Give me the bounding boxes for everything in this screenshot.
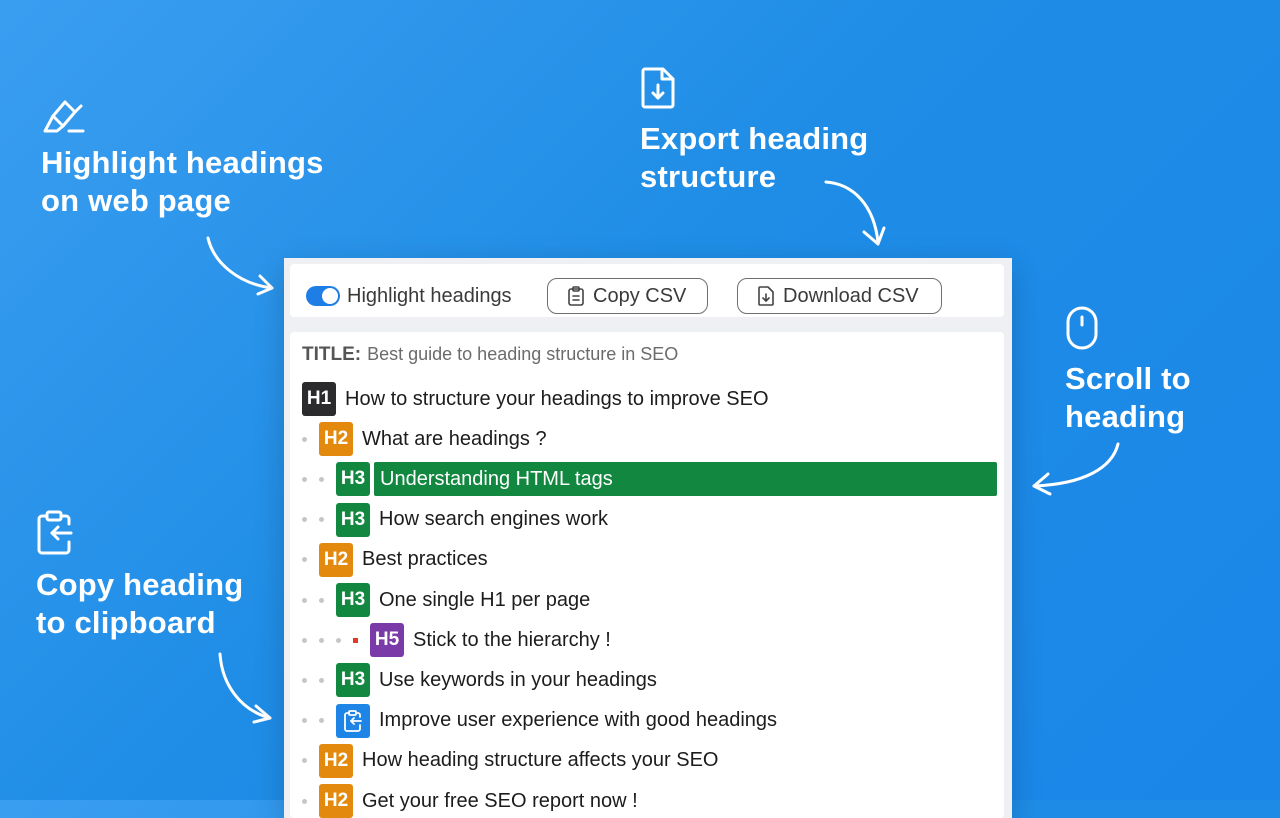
heading-row[interactable]: H3 One single H1 per page <box>290 583 1004 617</box>
heading-row[interactable]: H3 How search engines work <box>290 502 1004 537</box>
page-title-value: Best guide to heading structure in SEO <box>367 344 679 364</box>
clipboard-copy-small-icon <box>344 709 362 732</box>
indent-dot <box>319 718 324 724</box>
extension-panel: Highlight headings Copy CSV Download CSV… <box>284 258 1012 818</box>
feature-copy-title: Copy heading to clipboard <box>36 567 244 640</box>
heading-row[interactable]: H3 Understanding HTML tags <box>290 462 1004 497</box>
heading-row[interactable]: H2 How heading structure affects your SEO <box>290 743 1004 778</box>
heading-text[interactable]: Use keywords in your headings <box>379 669 657 692</box>
highlight-toggle-label: Highlight headings <box>347 285 512 307</box>
heading-level-badge[interactable]: H2 <box>319 743 353 778</box>
feature-scroll-title: Scroll to heading <box>1065 361 1191 434</box>
arrow-to-export-icon <box>824 180 886 246</box>
indent-dots <box>302 476 336 482</box>
heading-level-badge[interactable]: H2 <box>319 542 353 577</box>
indent-dots <box>302 597 336 603</box>
indent-dot <box>302 436 307 442</box>
copy-csv-button[interactable]: Copy CSV <box>547 278 708 314</box>
indent-dot <box>336 637 341 643</box>
arrow-to-scroll-icon <box>1032 442 1120 496</box>
toggle-knob <box>322 288 338 304</box>
download-csv-label: Download CSV <box>783 284 919 307</box>
feature-scroll: Scroll to heading <box>1065 306 1191 436</box>
heading-text[interactable]: Best practices <box>362 548 488 571</box>
indent-dot <box>302 677 307 683</box>
heading-level-badge[interactable]: H2 <box>319 784 353 818</box>
indent-dot <box>302 557 307 563</box>
indent-dot <box>302 517 307 523</box>
highlighter-icon <box>43 100 85 133</box>
heading-row[interactable]: H1 How to structure your headings to impr… <box>290 382 1004 416</box>
mouse-icon <box>1066 306 1098 350</box>
indent-dot <box>302 758 307 764</box>
highlight-toggle[interactable] <box>306 286 340 306</box>
heading-row[interactable]: H2 What are headings ? <box>290 422 1004 457</box>
copy-heading-button[interactable] <box>336 703 370 738</box>
heading-level-badge[interactable]: H3 <box>336 462 370 497</box>
page-title: TITLE: Best guide to heading structure in… <box>302 344 678 366</box>
indent-dots <box>302 637 370 643</box>
indent-dot <box>319 677 324 683</box>
indent-dot <box>302 597 307 603</box>
heading-row[interactable]: H2 Get your free SEO report now ! <box>290 784 1004 818</box>
heading-text[interactable]: One single H1 per page <box>379 589 590 612</box>
file-download-small-icon <box>758 286 774 306</box>
arrow-to-toggle-icon <box>206 236 274 296</box>
indent-dots <box>302 557 319 563</box>
indent-dots <box>302 718 336 724</box>
heading-row[interactable]: H3 Use keywords in your headings <box>290 663 1004 698</box>
heading-text[interactable]: Get your free SEO report now ! <box>362 790 638 813</box>
heading-level-badge[interactable]: H3 <box>336 663 370 698</box>
heading-row[interactable]: H5 Stick to the hierarchy ! <box>290 623 1004 658</box>
indent-dots <box>302 677 336 683</box>
feature-highlight-title: Highlight headings on web page <box>41 145 324 218</box>
indent-dot <box>319 597 324 603</box>
indent-dot <box>302 637 307 643</box>
indent-dot <box>319 517 324 523</box>
heading-row[interactable]: H2 Best practices <box>290 542 1004 577</box>
indent-dots <box>302 798 319 804</box>
clipboard-icon <box>568 286 584 306</box>
indent-dot <box>302 718 307 724</box>
heading-text[interactable]: How search engines work <box>379 508 608 531</box>
arrow-to-copy-icon <box>218 652 272 724</box>
copy-csv-label: Copy CSV <box>593 284 687 307</box>
heading-level-badge[interactable]: H3 <box>336 583 370 617</box>
heading-text-highlighted[interactable]: Understanding HTML tags <box>374 462 997 497</box>
heading-level-badge[interactable]: H5 <box>370 623 404 658</box>
indent-dots <box>302 758 319 764</box>
clipboard-copy-icon <box>37 510 73 555</box>
heading-level-badge[interactable]: H2 <box>319 422 353 457</box>
hierarchy-warning-marker <box>353 637 358 643</box>
page-title-label: TITLE: <box>302 344 362 365</box>
heading-text[interactable]: Improve user experience with good headin… <box>379 709 777 732</box>
file-download-icon <box>641 67 675 109</box>
indent-dot <box>302 798 307 804</box>
feature-copy: Copy heading to clipboard <box>36 510 243 642</box>
heading-list-panel: TITLE: Best guide to heading structure in… <box>290 332 1004 818</box>
heading-text[interactable]: How to structure your headings to improv… <box>345 388 769 411</box>
indent-dots <box>302 517 336 523</box>
feature-highlight: Highlight headings on web page <box>41 98 324 220</box>
indent-dot <box>302 476 307 482</box>
heading-text[interactable]: What are headings ? <box>362 428 547 451</box>
indent-dot <box>319 476 324 482</box>
heading-text[interactable]: Stick to the hierarchy ! <box>413 629 611 652</box>
toolbar: Highlight headings Copy CSV Download CSV <box>290 264 1004 317</box>
heading-text[interactable]: How heading structure affects your SEO <box>362 749 718 772</box>
indent-dot <box>319 637 324 643</box>
indent-dots <box>302 436 319 442</box>
download-csv-button[interactable]: Download CSV <box>737 278 942 314</box>
heading-row[interactable]: Improve user experience with good headin… <box>290 703 1004 738</box>
heading-level-badge[interactable]: H3 <box>336 502 370 537</box>
heading-level-badge[interactable]: H1 <box>302 382 336 416</box>
